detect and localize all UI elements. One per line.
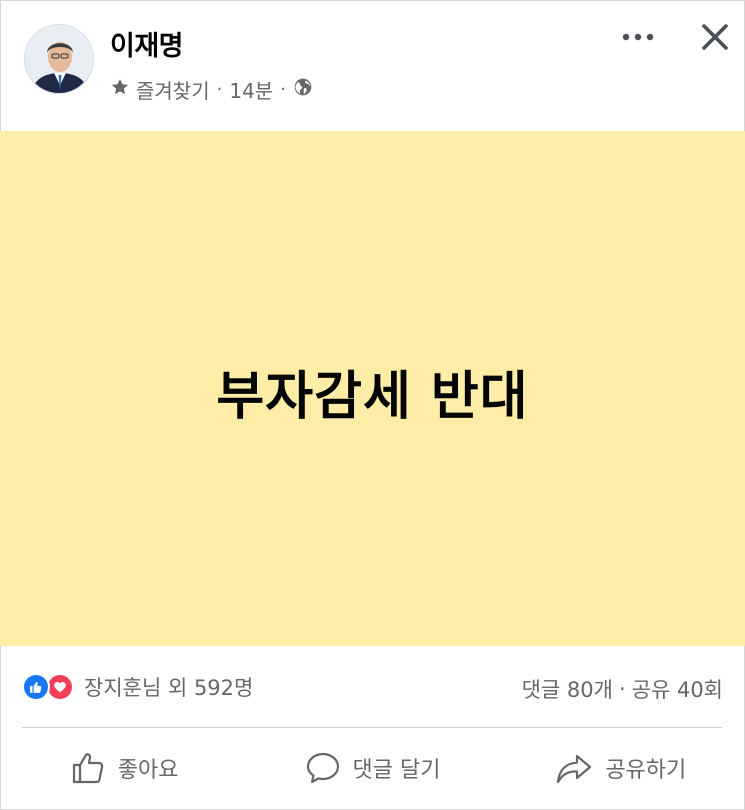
thumbs-up-icon bbox=[70, 750, 106, 786]
share-arrow-icon bbox=[555, 750, 593, 786]
like-label: 좋아요 bbox=[117, 758, 179, 783]
more-options-button[interactable] bbox=[620, 22, 656, 52]
post-meta: 즐겨찾기 · 14분 · bbox=[110, 74, 313, 104]
post-content[interactable]: 부자감세 반대 bbox=[0, 131, 745, 646]
star-icon bbox=[110, 77, 130, 102]
post-header: 이재명 즐겨찾기 · 14분 · bbox=[0, 0, 745, 131]
post-text: 부자감세 반대 bbox=[216, 367, 529, 427]
post-actions: 좋아요 댓글 달기 공유하기 bbox=[0, 732, 745, 804]
post-time[interactable]: 14분 bbox=[229, 75, 273, 104]
more-dots-icon bbox=[622, 33, 654, 41]
close-icon bbox=[702, 24, 728, 50]
shares-count[interactable]: 공유 40회 bbox=[632, 674, 723, 704]
comment-button[interactable]: 댓글 달기 bbox=[248, 732, 496, 804]
close-button[interactable] bbox=[696, 18, 734, 56]
comment-label: 댓글 달기 bbox=[352, 758, 441, 783]
love-icon bbox=[46, 673, 74, 701]
counts-separator: · bbox=[618, 677, 626, 701]
comment-bubble-icon bbox=[305, 750, 341, 786]
comments-count[interactable]: 댓글 80개 bbox=[522, 674, 613, 704]
globe-icon bbox=[293, 77, 313, 102]
reactions-text: 장지훈님 외 592명 bbox=[84, 676, 254, 700]
meta-separator: · bbox=[216, 78, 223, 100]
actions-divider bbox=[22, 727, 722, 728]
meta-separator: · bbox=[280, 78, 286, 100]
share-label: 공유하기 bbox=[605, 758, 687, 783]
favorites-label[interactable]: 즐겨찾기 bbox=[136, 75, 210, 104]
post-stats: 장지훈님 외 592명 댓글 80개 · 공유 40회 bbox=[0, 660, 745, 716]
author-avatar[interactable] bbox=[24, 24, 94, 94]
like-icon bbox=[22, 673, 50, 701]
engagement-counts: 댓글 80개 · 공유 40회 bbox=[522, 674, 723, 704]
avatar-photo bbox=[25, 25, 93, 93]
reactions-summary[interactable]: 장지훈님 외 592명 bbox=[22, 672, 253, 702]
like-button[interactable]: 좋아요 bbox=[0, 732, 248, 804]
share-button[interactable]: 공유하기 bbox=[497, 732, 745, 804]
author-name[interactable]: 이재명 bbox=[110, 24, 184, 63]
